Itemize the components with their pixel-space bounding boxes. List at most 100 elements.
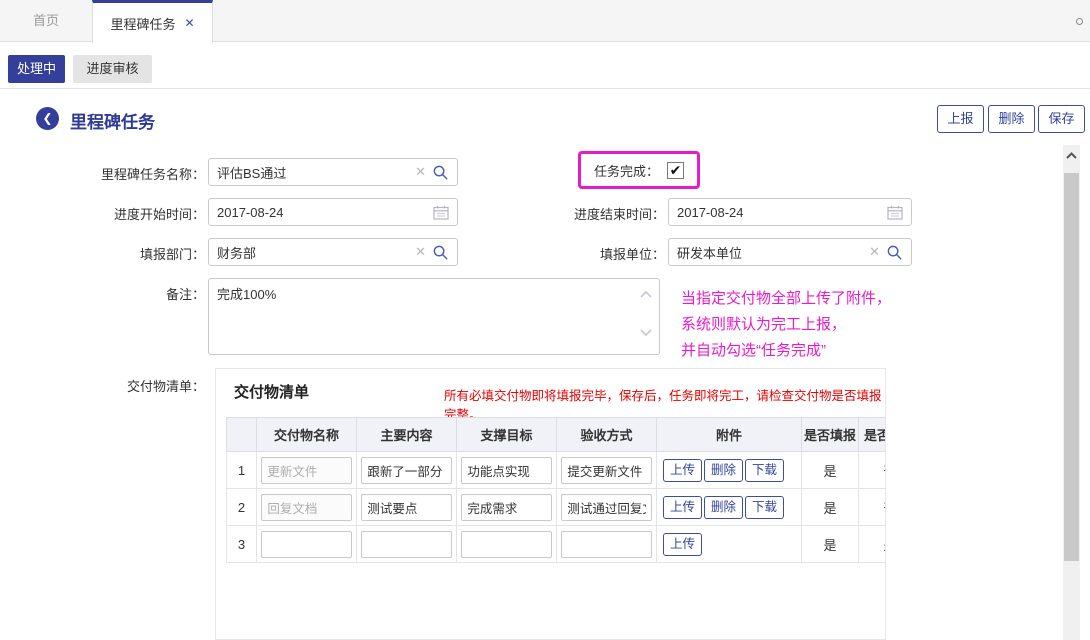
content-input[interactable] — [361, 457, 451, 484]
department-input[interactable] — [217, 245, 409, 260]
page-title: 里程碑任务 — [70, 108, 155, 133]
calendar-icon[interactable] — [433, 205, 449, 220]
deliverables-table: 交付物名称 主要内容 支撑目标 验收方式 附件 是否填报 是否新增 1上传删除下… — [226, 417, 886, 563]
start-date-input[interactable] — [217, 205, 427, 220]
chevron-down-icon[interactable] — [639, 325, 653, 340]
content-input[interactable] — [361, 494, 451, 521]
content-cell — [357, 489, 457, 526]
col-index — [227, 418, 257, 452]
remark-field: 完成100% — [208, 278, 660, 355]
settings-dot-icon[interactable] — [1076, 18, 1083, 25]
end-date-label: 进度结束时间： — [480, 204, 665, 223]
deliverable-row: 2 上传删除下载是否 — [227, 489, 887, 526]
is-new-cell: 否 — [859, 489, 887, 526]
acceptance-input[interactable] — [561, 531, 651, 558]
name-input[interactable] — [261, 457, 351, 484]
unit-input[interactable] — [677, 245, 863, 260]
task-complete-label: 任务完成： — [594, 161, 659, 180]
clear-icon[interactable]: ✕ — [415, 164, 426, 180]
annotation-line: 并自动勾选“任务完成” — [681, 338, 891, 364]
tab-home[interactable]: 首页 — [0, 0, 92, 42]
clear-icon[interactable]: ✕ — [415, 244, 426, 260]
app-window: 首页 里程碑任务 ✕ 处理中 进度审核 ❮ 里程碑任务 上报 删除 保存 里程碑… — [0, 0, 1090, 640]
name-cell — [257, 526, 357, 563]
report-button[interactable]: 上报 — [937, 105, 984, 133]
calendar-icon[interactable] — [887, 205, 903, 220]
task-name-input[interactable] — [217, 165, 409, 180]
delete-button[interactable]: 删除 — [704, 459, 743, 482]
col-target: 支撑目标 — [457, 418, 557, 452]
status-processing-button[interactable]: 处理中 — [8, 55, 65, 83]
row-index: 2 — [227, 489, 257, 526]
is-new-cell: 否 — [859, 452, 887, 489]
acceptance-cell — [557, 489, 657, 526]
name-input[interactable] — [261, 531, 351, 558]
upload-button[interactable]: 上传 — [663, 459, 702, 482]
start-date-field — [208, 198, 458, 226]
remark-textarea[interactable]: 完成100% — [209, 279, 659, 354]
start-date-label: 进度开始时间： — [20, 204, 205, 223]
remark-label: 备注： — [20, 284, 205, 303]
filled-cell: 是 — [802, 489, 859, 526]
name-input[interactable] — [261, 494, 351, 521]
deliverable-row: 1 上传删除下载是否 — [227, 452, 887, 489]
task-complete-highlight: 任务完成： ✔ — [578, 151, 700, 189]
name-cell — [257, 489, 357, 526]
filled-cell: 是 — [802, 452, 859, 489]
end-date-input[interactable] — [677, 205, 881, 220]
annotation-line: 当指定交付物全部上传了附件， — [681, 286, 891, 312]
scroll-up-icon[interactable] — [1065, 149, 1078, 163]
col-is-new: 是否新增 — [859, 418, 887, 452]
name-cell — [257, 452, 357, 489]
department-field: ✕ — [208, 238, 458, 266]
clear-icon[interactable]: ✕ — [869, 244, 880, 260]
department-label: 填报部门： — [20, 244, 205, 263]
search-icon[interactable] — [432, 244, 449, 261]
acceptance-cell — [557, 452, 657, 489]
search-icon[interactable] — [886, 244, 903, 261]
target-input[interactable] — [461, 457, 551, 484]
target-cell — [457, 452, 557, 489]
status-progress-review-button[interactable]: 进度审核 — [73, 55, 152, 83]
col-content: 主要内容 — [357, 418, 457, 452]
status-toolbar: 处理中 进度审核 — [0, 42, 1090, 89]
deliverables-title: 交付物清单 — [234, 381, 309, 402]
target-cell — [457, 489, 557, 526]
task-complete-checkbox[interactable]: ✔ — [667, 162, 684, 179]
col-name: 交付物名称 — [257, 418, 357, 452]
acceptance-input[interactable] — [561, 457, 651, 484]
deliverables-table-body: 1上传删除下载是否2上传删除下载是否3上传是是 — [227, 452, 887, 563]
delete-button[interactable]: 删除 — [704, 496, 743, 519]
save-button[interactable]: 保存 — [1038, 105, 1085, 133]
is-new-cell: 是 — [859, 526, 887, 563]
task-name-label: 里程碑任务名称： — [20, 164, 205, 183]
row-index: 3 — [227, 526, 257, 563]
delete-button[interactable]: 删除 — [988, 105, 1035, 133]
tab-milestone-task[interactable]: 里程碑任务 ✕ — [92, 0, 213, 43]
chevron-up-icon[interactable] — [639, 287, 653, 302]
download-button[interactable]: 下载 — [745, 496, 784, 519]
filled-cell: 是 — [802, 526, 859, 563]
vertical-scrollbar[interactable] — [1063, 145, 1080, 640]
content-input[interactable] — [361, 531, 451, 558]
annotation-note: 当指定交付物全部上传了附件， 系统则默认为完工上报， 并自动勾选“任务完成” — [681, 286, 891, 364]
content-cell — [357, 526, 457, 563]
row-index: 1 — [227, 452, 257, 489]
task-name-field: ✕ — [208, 158, 458, 186]
download-button[interactable]: 下载 — [745, 459, 784, 482]
checkmark-icon: ✔ — [670, 162, 682, 178]
attachment-cell: 上传 — [657, 526, 802, 563]
unit-label: 填报单位： — [480, 244, 665, 263]
acceptance-input[interactable] — [561, 494, 651, 521]
col-filled: 是否填报 — [802, 418, 859, 452]
upload-button[interactable]: 上传 — [663, 496, 702, 519]
back-button[interactable]: ❮ — [36, 107, 59, 130]
scrollbar-thumb[interactable] — [1064, 173, 1079, 561]
target-input[interactable] — [461, 531, 551, 558]
close-icon[interactable]: ✕ — [184, 16, 194, 30]
search-icon[interactable] — [432, 164, 449, 181]
upload-button[interactable]: 上传 — [663, 533, 702, 556]
deliverables-table-wrap: 交付物名称 主要内容 支撑目标 验收方式 附件 是否填报 是否新增 1上传删除下… — [226, 417, 886, 563]
col-acceptance: 验收方式 — [557, 418, 657, 452]
target-input[interactable] — [461, 494, 551, 521]
